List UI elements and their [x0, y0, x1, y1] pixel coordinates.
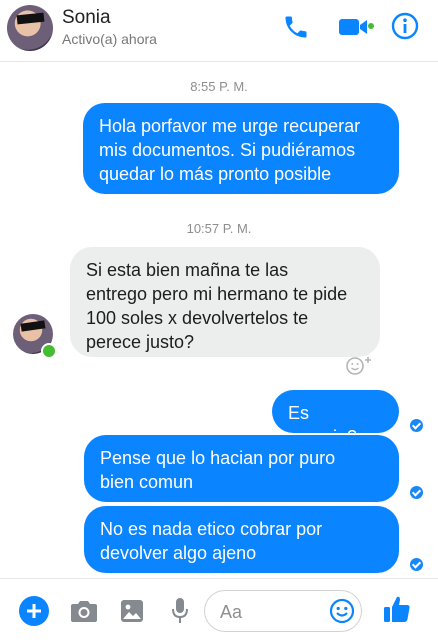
video-camera-icon[interactable]	[338, 16, 374, 38]
status-text: Activo(a) ahora	[62, 31, 157, 47]
timestamp: 8:55 P. M.	[190, 79, 248, 94]
plus-icon[interactable]	[18, 595, 50, 627]
chat-header: Sonia Activo(a) ahora	[0, 0, 438, 62]
outgoing-message[interactable]: Pense que lo hacian por puro bien comun	[84, 435, 399, 502]
timestamp: 10:57 P. M.	[186, 221, 252, 236]
outgoing-message[interactable]: Es enserio?	[272, 390, 399, 447]
emoji-icon[interactable]	[329, 598, 355, 624]
add-reaction-icon[interactable]	[344, 354, 374, 376]
outgoing-message[interactable]: No es nada etico cobrar por devolver alg…	[84, 506, 399, 573]
message-input-box[interactable]	[204, 590, 362, 632]
delivered-check-icon	[410, 419, 423, 432]
info-icon[interactable]	[391, 12, 419, 40]
online-indicator	[41, 343, 57, 359]
outgoing-message[interactable]: Hola porfavor me urge recuperar mis docu…	[83, 103, 399, 194]
avatar[interactable]	[7, 5, 53, 51]
censor-bar	[16, 12, 45, 25]
message-input[interactable]	[218, 600, 322, 624]
incoming-message[interactable]: Si esta bien mañna te las entrego pero m…	[70, 247, 380, 357]
gallery-icon[interactable]	[120, 599, 144, 623]
delivered-check-icon	[410, 486, 423, 499]
composer-bar	[0, 578, 438, 642]
camera-icon[interactable]	[70, 599, 98, 623]
delivered-check-icon	[410, 558, 423, 571]
message-thread[interactable]: 8:55 P. M. Hola porfavor me urge recuper…	[0, 62, 438, 578]
phone-icon[interactable]	[282, 13, 310, 41]
contact-name[interactable]: Sonia	[62, 7, 111, 29]
thumbs-up-icon[interactable]	[382, 594, 412, 624]
censor-bar	[20, 320, 46, 332]
microphone-icon[interactable]	[171, 597, 189, 625]
